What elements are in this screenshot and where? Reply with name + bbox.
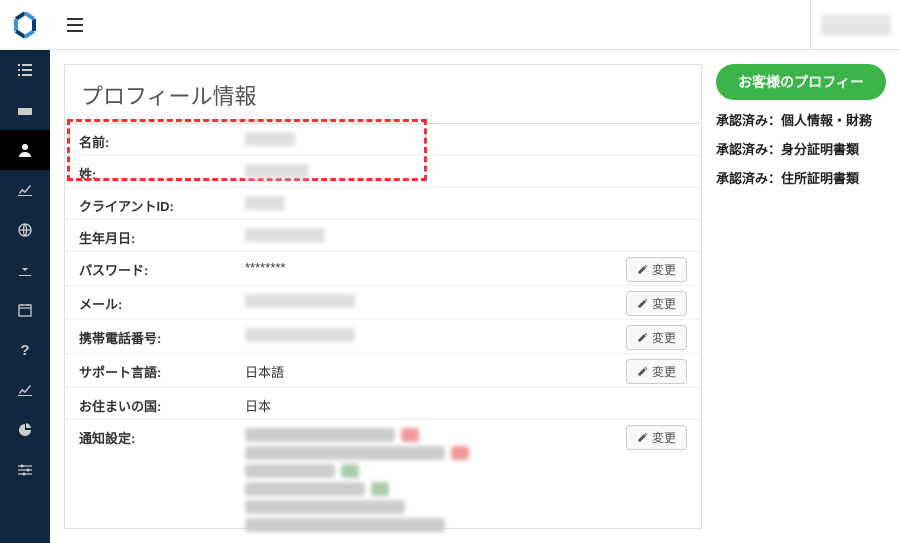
label-email: メール: bbox=[79, 291, 245, 313]
edit-icon bbox=[637, 264, 648, 275]
label-clientid: クライアントID: bbox=[79, 193, 245, 215]
change-lang-button[interactable]: 変更 bbox=[626, 359, 687, 384]
sidebar-item-pie[interactable] bbox=[0, 410, 50, 450]
status-id: 承認済み：身分証明書類 bbox=[716, 139, 886, 158]
value-notif bbox=[245, 425, 609, 532]
label-name: 名前: bbox=[79, 129, 245, 151]
sidebar-item-globe[interactable] bbox=[0, 210, 50, 250]
profile-status-button[interactable]: お客様のプロフィー bbox=[716, 64, 886, 100]
status-personal: 承認済み：個人情報・財務 bbox=[716, 110, 886, 129]
logo-icon bbox=[10, 10, 40, 40]
value-password: ******** bbox=[245, 257, 609, 275]
edit-icon bbox=[637, 432, 648, 443]
logo bbox=[0, 0, 50, 50]
sidebar: ? bbox=[0, 0, 50, 543]
change-label: 変更 bbox=[652, 329, 676, 346]
label-dob: 生年月日: bbox=[79, 225, 245, 247]
globe-icon bbox=[17, 222, 33, 238]
edit-icon bbox=[637, 366, 648, 377]
main: プロフィール情報 名前: 姓: クライアントID: bbox=[50, 0, 900, 543]
content: プロフィール情報 名前: 姓: クライアントID: bbox=[50, 50, 900, 543]
status-address: 承認済み：住所証明書類 bbox=[716, 168, 886, 187]
label-notif: 通知設定: bbox=[79, 425, 245, 447]
sidebar-item-sliders[interactable] bbox=[0, 450, 50, 490]
pie-icon bbox=[17, 422, 33, 438]
value-name bbox=[245, 129, 609, 149]
change-label: 変更 bbox=[652, 261, 676, 278]
menu-toggle[interactable] bbox=[62, 12, 88, 38]
sliders-icon bbox=[17, 462, 33, 478]
sidebar-item-wallet[interactable] bbox=[0, 90, 50, 130]
row-dob: 生年月日: bbox=[65, 220, 701, 252]
label-password: パスワード: bbox=[79, 257, 245, 279]
question-icon: ? bbox=[20, 342, 29, 359]
user-chip bbox=[821, 14, 891, 36]
value-clientid bbox=[245, 193, 609, 213]
value-country: 日本 bbox=[245, 393, 609, 415]
sidebar-item-calendar[interactable] bbox=[0, 290, 50, 330]
change-phone-button[interactable]: 変更 bbox=[626, 325, 687, 350]
chart-line-icon bbox=[17, 182, 33, 198]
wallet-icon bbox=[17, 102, 33, 118]
list-icon bbox=[17, 62, 33, 78]
row-clientid: クライアントID: bbox=[65, 188, 701, 220]
change-label: 変更 bbox=[652, 295, 676, 312]
topbar bbox=[50, 0, 900, 50]
row-email: メール: 変更 bbox=[65, 286, 701, 320]
change-notif-button[interactable]: 変更 bbox=[626, 425, 687, 450]
edit-icon bbox=[637, 332, 648, 343]
sidebar-item-chart[interactable] bbox=[0, 170, 50, 210]
sidebar-item-help[interactable]: ? bbox=[0, 330, 50, 370]
sidebar-item-chart2[interactable] bbox=[0, 370, 50, 410]
row-password: パスワード: ******** 変更 bbox=[65, 252, 701, 286]
label-lang: サポート言語: bbox=[79, 359, 245, 381]
value-email bbox=[245, 291, 609, 311]
value-phone bbox=[245, 325, 609, 345]
change-label: 変更 bbox=[652, 363, 676, 380]
sidebar-item-list[interactable] bbox=[0, 50, 50, 90]
row-name: 名前: bbox=[65, 124, 701, 156]
sidebar-item-download[interactable] bbox=[0, 250, 50, 290]
row-notif: 通知設定: 変更 bbox=[65, 420, 701, 528]
hamburger-icon bbox=[67, 18, 83, 32]
change-password-button[interactable]: 変更 bbox=[626, 257, 687, 282]
row-surname: 姓: bbox=[65, 156, 701, 188]
panel-title: プロフィール情報 bbox=[65, 65, 701, 124]
edit-icon bbox=[637, 298, 648, 309]
value-surname bbox=[245, 161, 609, 181]
calendar-icon bbox=[17, 302, 33, 318]
change-label: 変更 bbox=[652, 429, 676, 446]
label-country: お住まいの国: bbox=[79, 393, 245, 415]
download-icon bbox=[17, 262, 33, 278]
row-lang: サポート言語: 日本語 変更 bbox=[65, 354, 701, 388]
label-surname: 姓: bbox=[79, 161, 245, 183]
label-phone: 携帯電話番号: bbox=[79, 325, 245, 347]
row-phone: 携帯電話番号: 変更 bbox=[65, 320, 701, 354]
value-dob bbox=[245, 225, 609, 245]
user-icon bbox=[17, 142, 33, 158]
right-column: お客様のプロフィー 承認済み：個人情報・財務 承認済み：身分証明書類 承認済み：… bbox=[716, 64, 886, 529]
value-lang: 日本語 bbox=[245, 359, 609, 381]
topbar-user[interactable] bbox=[810, 0, 900, 49]
chart-line2-icon bbox=[17, 382, 33, 398]
profile-panel: プロフィール情報 名前: 姓: クライアントID: bbox=[64, 64, 702, 529]
sidebar-item-profile[interactable] bbox=[0, 130, 50, 170]
row-country: お住まいの国: 日本 bbox=[65, 388, 701, 420]
change-email-button[interactable]: 変更 bbox=[626, 291, 687, 316]
